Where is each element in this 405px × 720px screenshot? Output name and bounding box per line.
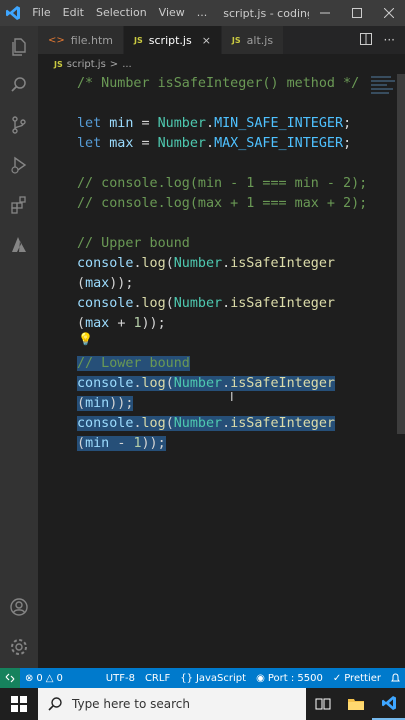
close-button[interactable] <box>373 0 405 26</box>
search-icon <box>48 697 62 711</box>
code-line: console.log(Number.isSafeInteger <box>77 416 335 431</box>
tab-alt-js[interactable]: JS alt.js <box>221 26 285 54</box>
menu-selection[interactable]: Selection <box>90 0 153 26</box>
broadcast-icon: ◉ <box>256 672 265 684</box>
code-line: let max = Number.MAX_SAFE_INTEGER; <box>77 136 352 151</box>
vscode-logo-icon[interactable] <box>0 0 26 26</box>
title-bar: File Edit Selection View ... script.js -… <box>0 0 405 26</box>
code-line: // Upper bound <box>77 236 190 251</box>
html-file-icon: <> <box>48 34 65 46</box>
account-icon[interactable] <box>0 588 38 626</box>
tab-label: script.js <box>148 33 192 47</box>
tab-actions: ··· <box>359 26 405 54</box>
minimize-icon <box>320 12 331 14</box>
menu-file[interactable]: File <box>26 0 56 26</box>
status-bar: ⊗ 0 △ 0 UTF-8 CRLF {} JavaScript ◉ Port … <box>0 668 405 688</box>
breadcrumb-separator: > <box>109 58 119 70</box>
tab-label: file.htm <box>70 33 114 47</box>
minimap[interactable] <box>371 74 397 104</box>
code-line: console.log(Number.isSafeInteger <box>77 376 335 391</box>
settings-gear-icon[interactable] <box>0 628 38 666</box>
file-explorer-taskbar-button[interactable] <box>339 688 372 720</box>
tab-file-htm[interactable]: <> file.htm <box>38 26 125 54</box>
task-view-icon <box>315 698 330 710</box>
vscode-taskbar-button[interactable] <box>372 688 405 720</box>
maximize-icon <box>352 8 363 18</box>
azure-icon[interactable] <box>0 226 38 264</box>
tab-script-js[interactable]: JS script.js × <box>124 26 222 54</box>
encoding-button[interactable]: UTF-8 <box>101 673 140 684</box>
windows-taskbar: Type here to search <box>0 688 405 720</box>
code-line: let min = Number.MIN_SAFE_INTEGER; <box>77 116 352 131</box>
notifications-bell-icon[interactable] <box>386 673 405 683</box>
code-line: /* Number isSafeInteger() method */ <box>77 76 360 91</box>
windows-start-button[interactable] <box>0 688 38 720</box>
run-debug-icon[interactable] <box>0 146 38 184</box>
error-count: 0 <box>36 672 43 684</box>
breadcrumb-file[interactable]: script.js <box>67 59 106 70</box>
error-icon: ⊗ <box>25 672 34 684</box>
problems-indicator[interactable]: ⊗ 0 △ 0 <box>20 673 68 684</box>
folder-icon <box>347 699 364 710</box>
taskbar-search-box[interactable]: Type here to search <box>38 688 306 720</box>
minimize-button[interactable] <box>309 0 341 26</box>
explorer-icon[interactable] <box>0 28 38 66</box>
code-lines: /* Number isSafeInteger() method */ let … <box>77 74 367 454</box>
eol-button[interactable]: CRLF <box>140 673 175 684</box>
check-icon: ✓ <box>332 672 342 684</box>
code-line: (min - 1)); <box>77 436 166 451</box>
code-line: (min)); <box>77 396 134 411</box>
tab-close-icon[interactable]: × <box>202 34 211 47</box>
code-line: console.log(Number.isSafeInteger <box>77 256 335 271</box>
code-editor[interactable]: /* Number isSafeInteger() method */ let … <box>38 74 405 668</box>
live-server-button[interactable]: ◉ Port : 5500 <box>251 673 328 684</box>
code-line: // console.log(max + 1 === max + 2); <box>77 196 368 211</box>
warning-icon: △ <box>45 672 54 684</box>
code-line: (max)); <box>77 276 134 291</box>
vertical-scrollbar[interactable] <box>397 74 405 668</box>
code-line: // console.log(min - 1 === min - 2); <box>77 176 368 191</box>
breadcrumb-symbol[interactable]: ... <box>122 59 132 70</box>
remote-icon[interactable] <box>0 668 20 688</box>
warning-count: 0 <box>56 672 63 684</box>
more-actions-icon[interactable]: ··· <box>384 33 395 47</box>
activity-bar <box>0 26 38 668</box>
menu-more[interactable]: ... <box>191 0 214 26</box>
window-title: script.js - coding - ... <box>223 6 309 20</box>
split-editor-icon[interactable] <box>359 32 372 48</box>
js-file-icon: JS <box>231 35 241 45</box>
js-file-icon: JS <box>134 35 143 45</box>
close-icon <box>384 8 395 18</box>
scrollbar-thumb[interactable] <box>397 74 405 434</box>
code-line: // Lower bound <box>77 356 190 371</box>
js-file-icon: JS <box>54 59 63 69</box>
search-icon[interactable] <box>0 66 38 104</box>
language-mode-button[interactable]: {} JavaScript <box>175 673 251 684</box>
extensions-icon[interactable] <box>0 186 38 224</box>
lightbulb-icon[interactable]: 💡 <box>78 332 93 346</box>
prettier-button[interactable]: ✓ Prettier <box>328 673 386 684</box>
menu-edit[interactable]: Edit <box>57 0 90 26</box>
code-line: console.log(Number.isSafeInteger <box>77 296 335 311</box>
tab-label: alt.js <box>246 33 274 47</box>
braces-icon: {} <box>180 672 193 684</box>
vscode-icon <box>381 696 396 710</box>
source-control-icon[interactable] <box>0 106 38 144</box>
windows-logo-icon <box>11 696 27 712</box>
task-view-button[interactable] <box>306 688 339 720</box>
maximize-button[interactable] <box>341 0 373 26</box>
search-placeholder: Type here to search <box>72 697 190 711</box>
code-line: (max + 1)); <box>77 316 166 331</box>
editor-tabs: <> file.htm JS script.js × JS alt.js ··· <box>38 26 405 54</box>
menu-view[interactable]: View <box>153 0 191 26</box>
breadcrumb: JS script.js > ... <box>38 54 405 74</box>
text-cursor-icon: I <box>230 390 234 404</box>
